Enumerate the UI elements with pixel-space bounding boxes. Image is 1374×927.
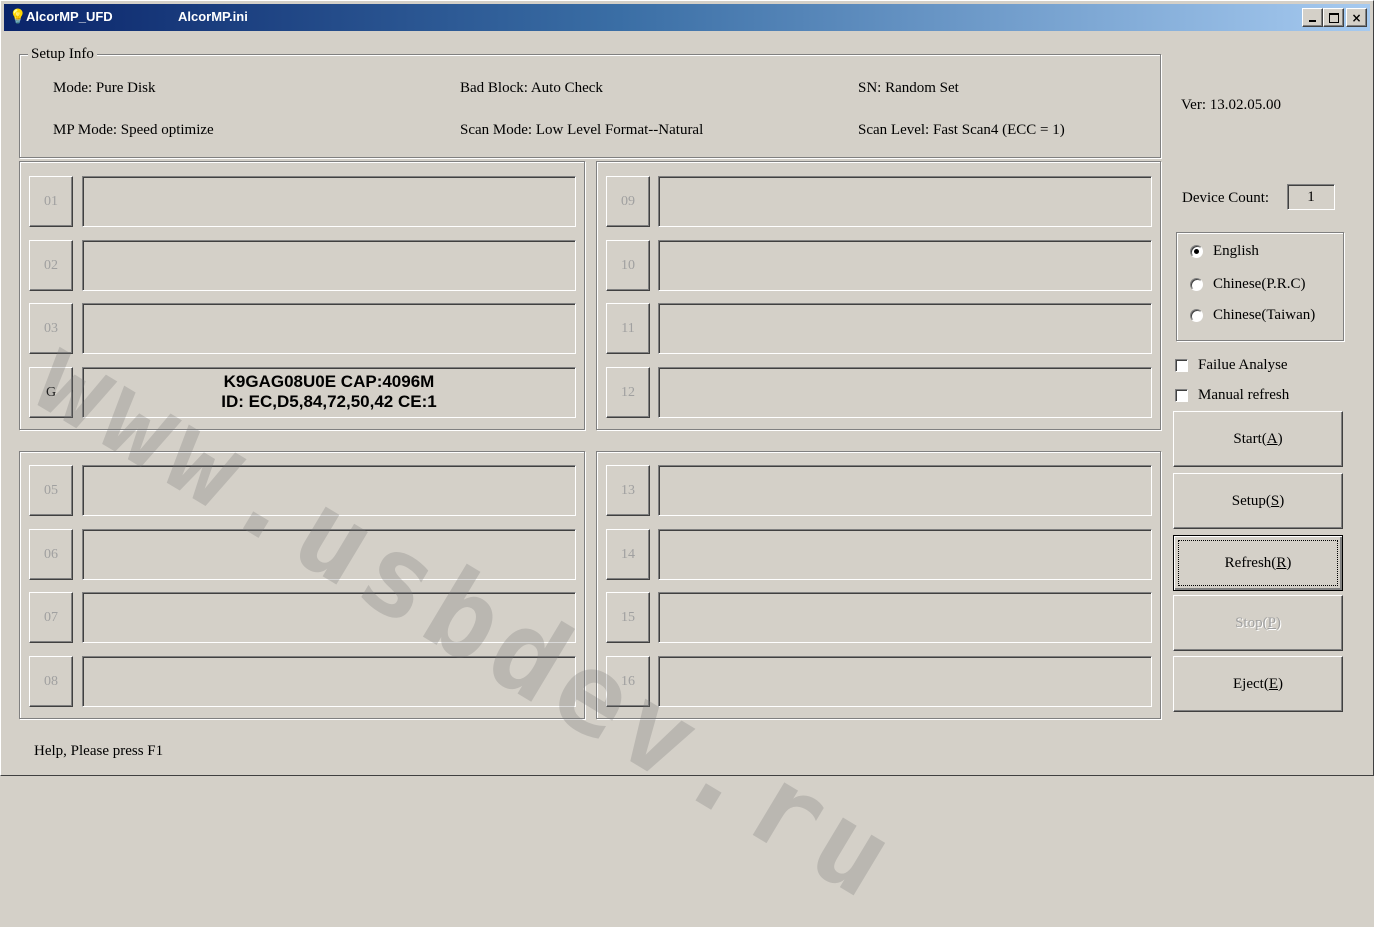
slot-button-14[interactable]: 14: [606, 529, 650, 580]
radio-chinese-taiwan[interactable]: [1190, 309, 1203, 322]
lightbulb-icon: 💡: [9, 9, 27, 25]
slot-status-field: [82, 656, 576, 707]
slot-button-12[interactable]: 12: [606, 367, 650, 418]
app-title: AlcorMP_UFD: [26, 9, 113, 24]
slot-status-field: K9GAG08U0E CAP:4096M ID: EC,D5,84,72,50,4…: [82, 367, 576, 418]
slot-status-field: [658, 529, 1152, 580]
mp-mode-text: MP Mode: Speed optimize: [53, 122, 214, 138]
close-icon: ×: [1351, 11, 1362, 25]
radio-chinese-taiwan-label[interactable]: Chinese(Taiwan): [1213, 306, 1315, 324]
slot-status-field: [658, 240, 1152, 291]
focus-ring: [1178, 540, 1338, 586]
slot-status-field: [658, 465, 1152, 516]
slot-status-field: [658, 303, 1152, 354]
maximize-button[interactable]: [1323, 8, 1344, 27]
scan-level-text: Scan Level: Fast Scan4 (ECC = 1): [858, 122, 1065, 138]
ini-title: AlcorMP.ini: [178, 9, 248, 24]
title-bar[interactable]: 💡 AlcorMP_UFD AlcorMP.ini ×: [4, 4, 1370, 31]
slot-button-11[interactable]: 11: [606, 303, 650, 354]
radio-english-label[interactable]: English: [1213, 242, 1259, 260]
setup-button[interactable]: Setup(S): [1173, 473, 1343, 529]
radio-chinese-prc-label[interactable]: Chinese(P.R.C): [1213, 275, 1306, 293]
maximize-icon: [1328, 13, 1339, 23]
failure-analyse-label[interactable]: Failue Analyse: [1198, 356, 1288, 374]
slot-button-15[interactable]: 15: [606, 592, 650, 643]
version-text: Ver: 13.02.05.00: [1181, 97, 1281, 113]
slot-button-08[interactable]: 08: [29, 656, 73, 707]
slot-status-field: [82, 303, 576, 354]
slot-button-03[interactable]: 03: [29, 303, 73, 354]
slot-button-01[interactable]: 01: [29, 176, 73, 227]
language-group: English Chinese(P.R.C) Chinese(Taiwan): [1176, 232, 1344, 341]
slot-status-field: [658, 656, 1152, 707]
radio-chinese-prc[interactable]: [1190, 278, 1203, 291]
setup-info-label: Setup Info: [28, 45, 97, 63]
slot-flash-info: K9GAG08U0E CAP:4096M: [223, 372, 435, 391]
device-count-value: 1: [1287, 184, 1335, 210]
slot-status-field: [82, 592, 576, 643]
slot-button-02[interactable]: 02: [29, 240, 73, 291]
scan-mode-text: Scan Mode: Low Level Format--Natural: [460, 122, 704, 138]
slot-status-field: [658, 592, 1152, 643]
sn-text: SN: Random Set: [858, 80, 959, 96]
slot-status-field: [82, 465, 576, 516]
start-button[interactable]: Start(A): [1173, 411, 1343, 467]
slot-status-field: [658, 176, 1152, 227]
device-count-label: Device Count:: [1182, 190, 1270, 206]
slot-button-10[interactable]: 10: [606, 240, 650, 291]
manual-refresh-label[interactable]: Manual refresh: [1198, 386, 1289, 404]
minimize-button[interactable]: [1302, 8, 1323, 27]
slot-button-07[interactable]: 07: [29, 592, 73, 643]
radio-english[interactable]: [1190, 245, 1203, 258]
mode-text: Mode: Pure Disk: [53, 80, 156, 96]
slot-status-field: [82, 529, 576, 580]
slot-button-05[interactable]: 05: [29, 465, 73, 516]
manual-refresh-checkbox[interactable]: [1175, 389, 1188, 402]
refresh-button[interactable]: Refresh(R): [1173, 535, 1343, 591]
slot-button-g[interactable]: G: [29, 367, 73, 418]
slot-flash-id: ID: EC,D5,84,72,50,42 CE:1: [221, 392, 437, 411]
slot-status-field: [658, 367, 1152, 418]
slot-status-field: [82, 240, 576, 291]
minimize-icon: [1309, 20, 1316, 22]
failure-analyse-checkbox[interactable]: [1175, 359, 1188, 372]
bad-block-text: Bad Block: Auto Check: [460, 80, 603, 96]
slot-button-06[interactable]: 06: [29, 529, 73, 580]
setup-info-group: Setup Info Mode: Pure Disk Bad Block: Au…: [19, 45, 1161, 158]
main-window: 💡 AlcorMP_UFD AlcorMP.ini × Setup Info M…: [0, 0, 1374, 927]
slot-button-16[interactable]: 16: [606, 656, 650, 707]
stop-button[interactable]: Stop(P): [1173, 595, 1343, 651]
slot-button-09[interactable]: 09: [606, 176, 650, 227]
slot-status-field: [82, 176, 576, 227]
status-bar-text: Help, Please press F1: [34, 743, 164, 759]
close-button[interactable]: ×: [1346, 8, 1367, 27]
slot-button-13[interactable]: 13: [606, 465, 650, 516]
eject-button[interactable]: Eject(E): [1173, 656, 1343, 712]
